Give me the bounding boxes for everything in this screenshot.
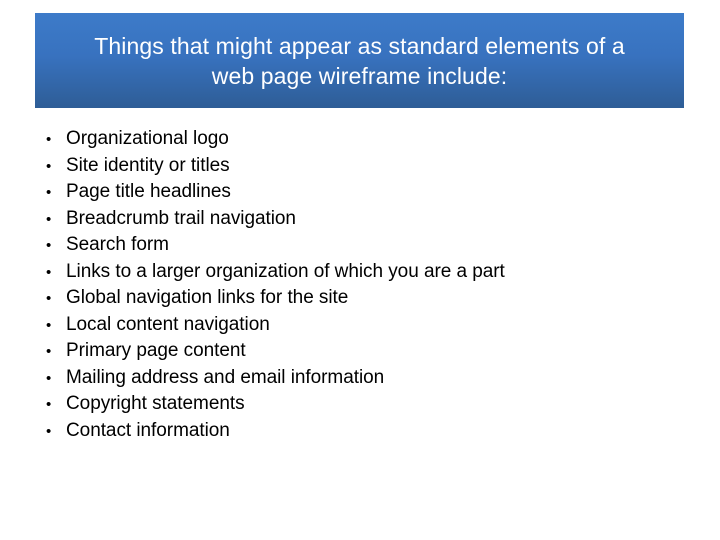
list-item: • Page title headlines xyxy=(41,179,681,206)
list-item: • Contact information xyxy=(41,418,681,445)
list-item-label: Global navigation links for the site xyxy=(66,287,349,308)
list-item: • Mailing address and email information xyxy=(41,365,681,392)
title-banner: Things that might appear as standard ele… xyxy=(35,13,684,108)
list-item: • Links to a larger organization of whic… xyxy=(41,259,681,286)
bullet-icon: • xyxy=(46,237,52,254)
list-item: • Organizational logo xyxy=(41,126,681,153)
list-item-label: Local content navigation xyxy=(66,313,270,335)
list-item-label: Breadcrumb trail navigation xyxy=(66,207,296,229)
list-item-label: Primary page content xyxy=(66,340,246,361)
bullet-icon: • xyxy=(46,210,52,228)
bullet-icon: • xyxy=(46,316,52,334)
list-item: • Local content navigation xyxy=(41,312,681,339)
slide-canvas: Things that might appear as standard ele… xyxy=(0,0,720,540)
bullet-icon: • xyxy=(46,157,52,175)
list-item-label: Contact information xyxy=(66,419,230,441)
bullet-icon: • xyxy=(46,396,52,413)
bullet-icon: • xyxy=(46,369,52,387)
list-item: • Breadcrumb trail navigation xyxy=(41,206,681,233)
bullet-icon: • xyxy=(46,290,52,307)
list-item-label: Copyright statements xyxy=(66,393,245,414)
list-item-label: Site identity or titles xyxy=(66,154,230,176)
list-item: • Global navigation links for the site xyxy=(41,285,681,312)
bullet-icon: • xyxy=(46,343,52,360)
list-item-label: Mailing address and email information xyxy=(66,366,385,388)
wireframe-elements-list: • Organizational logo • Site identity or… xyxy=(41,126,681,444)
bullet-icon: • xyxy=(46,131,52,148)
list-item-label: Organizational logo xyxy=(66,128,229,149)
bullet-icon: • xyxy=(46,263,52,281)
bullet-icon: • xyxy=(46,422,52,440)
slide-title: Things that might appear as standard ele… xyxy=(94,32,625,89)
list-item-label: Page title headlines xyxy=(66,181,231,202)
list-item-label: Search form xyxy=(66,234,169,255)
list-item-label: Links to a larger organization of which … xyxy=(66,260,505,282)
list-item: • Search form xyxy=(41,232,681,259)
bullet-icon: • xyxy=(46,184,52,201)
list-item: • Site identity or titles xyxy=(41,153,681,180)
list-item: • Copyright statements xyxy=(41,391,681,418)
list-item: • Primary page content xyxy=(41,338,681,365)
